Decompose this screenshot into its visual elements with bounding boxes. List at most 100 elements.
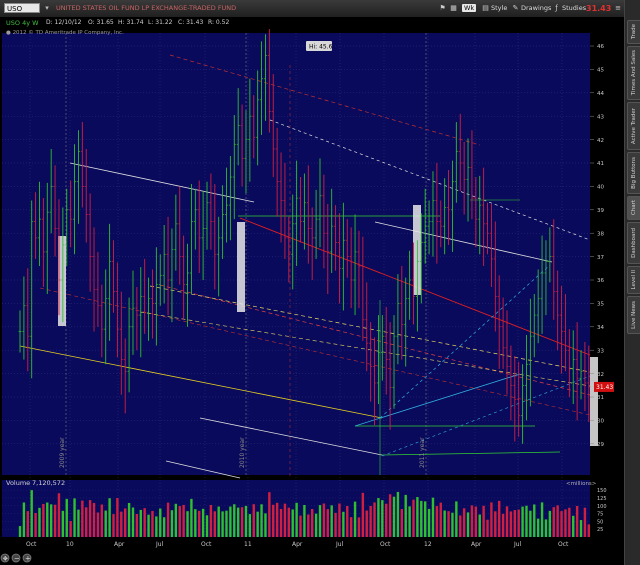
tab-dashboard[interactable]: Dashboard (627, 222, 640, 264)
time-tick-label: Oct (201, 541, 212, 548)
volume-bar (104, 510, 107, 537)
volume-bar (120, 511, 123, 537)
volume-bar (439, 502, 442, 537)
time-tick-label: Oct (558, 541, 569, 548)
volume-bar (85, 507, 88, 537)
quote-open: O: 31.65 (88, 19, 114, 26)
volume-bar (513, 510, 516, 537)
tab-live-news[interactable]: Live News (627, 296, 640, 334)
price-tick-label: 38 (597, 231, 604, 237)
zoom-out-icon: − (14, 555, 20, 563)
volume-bar (369, 505, 372, 537)
volume-bar (236, 507, 240, 537)
volume-bar (365, 510, 368, 537)
menu-icon[interactable]: ≡ (614, 3, 622, 14)
volume-bar (474, 506, 478, 537)
chart-window: USO ▾ UNITED STATES OIL FUND LP EXCHANGE… (0, 0, 640, 565)
volume-bar (131, 507, 135, 537)
volume-bar (272, 504, 275, 537)
volume-bar (186, 511, 189, 537)
volume-bar (556, 505, 559, 537)
quote-close: C: 31.43 (178, 19, 204, 26)
volume-bar (53, 504, 57, 537)
volume-bar (400, 509, 404, 537)
studies-button[interactable]: Studies (562, 3, 586, 14)
volume-bar (338, 503, 341, 537)
tab-active-trader[interactable]: Active Trader (627, 102, 640, 150)
style-button[interactable]: Style (491, 3, 507, 14)
volume-bar (178, 506, 181, 537)
volume-bar (260, 504, 263, 537)
volume-bar (326, 509, 329, 537)
volume-bar (416, 497, 419, 537)
volume-bar (244, 505, 248, 537)
volume-bar (311, 508, 314, 537)
volume-bar (225, 510, 228, 537)
grid-icon[interactable]: ▦ (449, 3, 458, 14)
flag-icon[interactable]: ⚑ (438, 3, 447, 14)
volume-bar (572, 515, 575, 537)
volume-bar (322, 503, 326, 537)
volume-bar (213, 511, 216, 537)
symbol-dropdown-icon[interactable]: ▾ (42, 3, 52, 13)
drawings-button[interactable]: Drawings (521, 3, 551, 14)
volume-bar (579, 520, 583, 537)
tab-chart[interactable]: Chart (627, 196, 640, 220)
year-label-2010: 2010 year (239, 437, 246, 468)
volume-bar (291, 509, 294, 537)
volume-bar (151, 510, 154, 537)
quote-bar: USO 4y W D: 12/10/12 O: 31.65 H: 31.74 L… (0, 17, 624, 29)
volume-tick-label: 125 (597, 496, 607, 502)
company-name: UNITED STATES OIL FUND LP EXCHANGE-TRADE… (56, 4, 237, 12)
aggregation-button[interactable]: Wk (462, 3, 477, 14)
price-tick-label: 30 (597, 419, 604, 425)
zoom-in-icon: + (25, 555, 31, 563)
tab-big-buttons[interactable]: Big Buttons (627, 152, 640, 194)
volume-bar (139, 509, 142, 537)
volume-bar (112, 514, 115, 537)
sidebar-tabs: Trade Times And Sales Active Trader Big … (624, 0, 640, 565)
volume-bar (427, 508, 431, 537)
volume-bar (533, 504, 536, 537)
volume-bar (303, 505, 306, 537)
volume-bar (494, 511, 497, 537)
chart-toolbar: USO ▾ UNITED STATES OIL FUND LP EXCHANGE… (0, 0, 624, 18)
volume-bar (275, 502, 279, 537)
tab-times-and-sales[interactable]: Times And Sales (627, 46, 640, 100)
year-label-2009: 2009 year (59, 437, 66, 468)
tab-trade[interactable]: Trade (627, 20, 640, 44)
volume-bar (283, 503, 287, 537)
volume-bar (100, 504, 104, 537)
price-tick-label: 42 (597, 138, 604, 144)
volume-bar (373, 502, 376, 537)
symbol-input[interactable]: USO (4, 3, 40, 13)
volume-bar (252, 504, 255, 537)
volume-bar (540, 502, 544, 537)
volume-bar (568, 507, 571, 537)
volume-bar (385, 503, 388, 537)
volume-bar (552, 507, 555, 537)
volume-bar (404, 494, 407, 537)
volume-bar (170, 510, 174, 537)
volume-bar (299, 515, 302, 537)
volume-bar (279, 508, 283, 537)
volume-bar (198, 510, 201, 537)
volume-bar (478, 514, 481, 537)
tab-level-ii[interactable]: Level II (627, 266, 640, 294)
volume-bar (256, 511, 259, 537)
volume-bar (264, 513, 267, 537)
price-tick-label: 43 (597, 114, 604, 120)
volume-bar (443, 510, 446, 537)
volume-bar (564, 509, 567, 537)
volume-bar (381, 500, 384, 537)
volume-bar (396, 491, 400, 537)
price-tick-label: 39 (597, 208, 604, 214)
price-chart[interactable]: 46 45 44 43 42 41 40 39 38 37 36 35 34 33 32 31 30 29 150… (0, 29, 624, 565)
volume-bar (221, 511, 224, 537)
tab-chart-label: Chart (631, 200, 637, 216)
tab-live-news-label: Live News (631, 301, 637, 329)
price-tick-label: 31 (597, 395, 604, 401)
volume-bar (525, 505, 528, 537)
volume-bar (334, 512, 337, 537)
volume-bar (217, 506, 220, 537)
